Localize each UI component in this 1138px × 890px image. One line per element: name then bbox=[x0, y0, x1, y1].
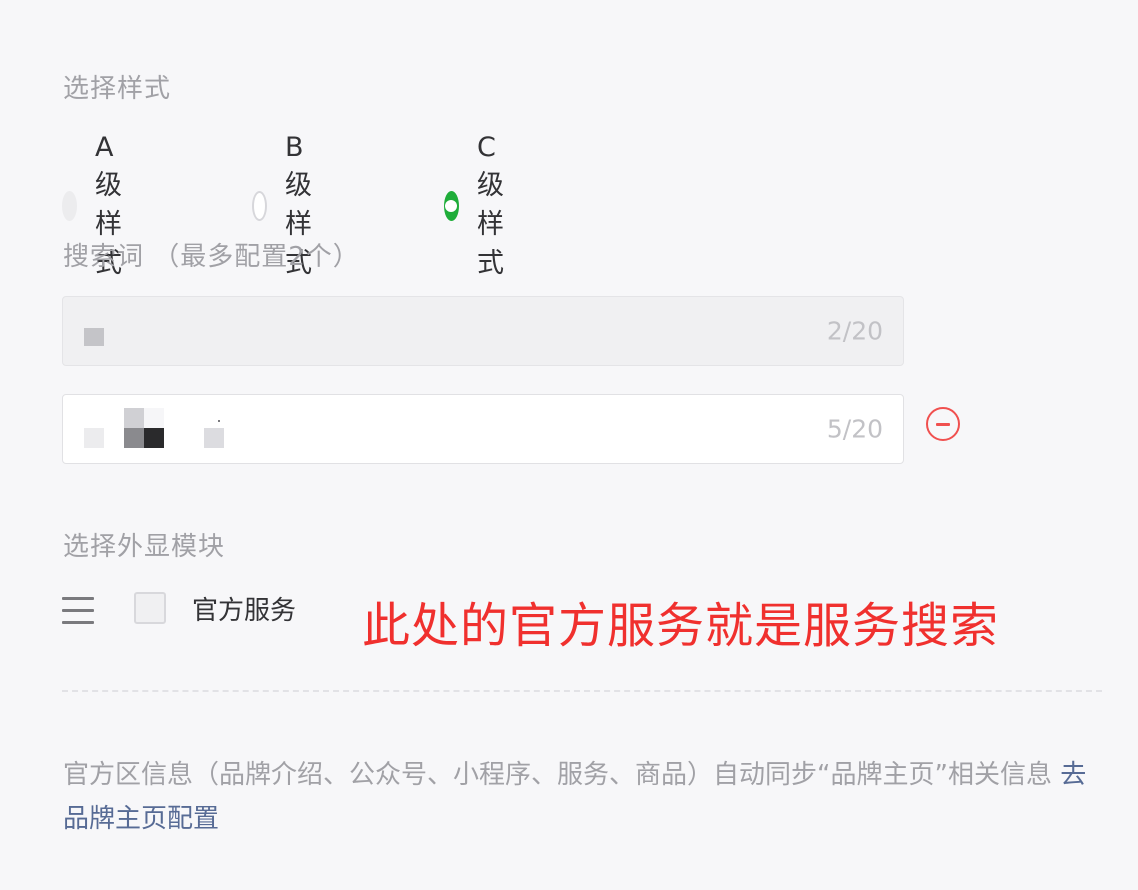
official-service-checkbox[interactable] bbox=[134, 592, 166, 624]
footer-note-text: 官方区信息（品牌介绍、公众号、小程序、服务、商品）自动同步“品牌主页”相关信息 bbox=[63, 760, 1052, 790]
drag-handle-icon[interactable] bbox=[62, 597, 94, 625]
radio-circle-c bbox=[444, 191, 459, 221]
radio-style-c-label: C级样式 bbox=[476, 132, 504, 279]
keyword-input-1[interactable]: 2/20 bbox=[62, 296, 904, 366]
annotation-text: 此处的官方服务就是服务搜索 bbox=[362, 598, 1000, 654]
remove-keyword-button[interactable] bbox=[926, 407, 960, 441]
modules-section-label: 选择外显模块 bbox=[63, 532, 226, 562]
redacted-text bbox=[144, 408, 164, 428]
dashed-divider bbox=[62, 690, 1102, 692]
redacted-text bbox=[204, 428, 224, 448]
keywords-section-label: 搜索词 （最多配置2个） bbox=[63, 242, 360, 272]
radio-style-c[interactable]: C级样式 bbox=[444, 132, 519, 280]
redacted-text bbox=[84, 328, 104, 346]
redacted-text bbox=[124, 428, 144, 448]
footer-note: 官方区信息（品牌介绍、公众号、小程序、服务、商品）自动同步“品牌主页”相关信息 … bbox=[63, 753, 1108, 841]
official-service-label: 官方服务 bbox=[192, 596, 297, 626]
redacted-text bbox=[124, 408, 144, 428]
radio-circle-b bbox=[252, 191, 267, 221]
radio-circle-a bbox=[62, 191, 77, 221]
keyword-input-2-counter: 5/20 bbox=[826, 414, 883, 444]
style-section-label: 选择样式 bbox=[63, 74, 172, 104]
redacted-text bbox=[218, 420, 220, 422]
config-page: 选择样式 A级样式 B级样式 C级样式 搜索词 （最多配置2个） 2/20 5/… bbox=[0, 0, 1138, 890]
keyword-input-1-counter: 2/20 bbox=[826, 316, 883, 346]
keyword-input-2[interactable]: 5/20 bbox=[62, 394, 904, 464]
redacted-text bbox=[84, 428, 104, 448]
redacted-text bbox=[144, 428, 164, 448]
